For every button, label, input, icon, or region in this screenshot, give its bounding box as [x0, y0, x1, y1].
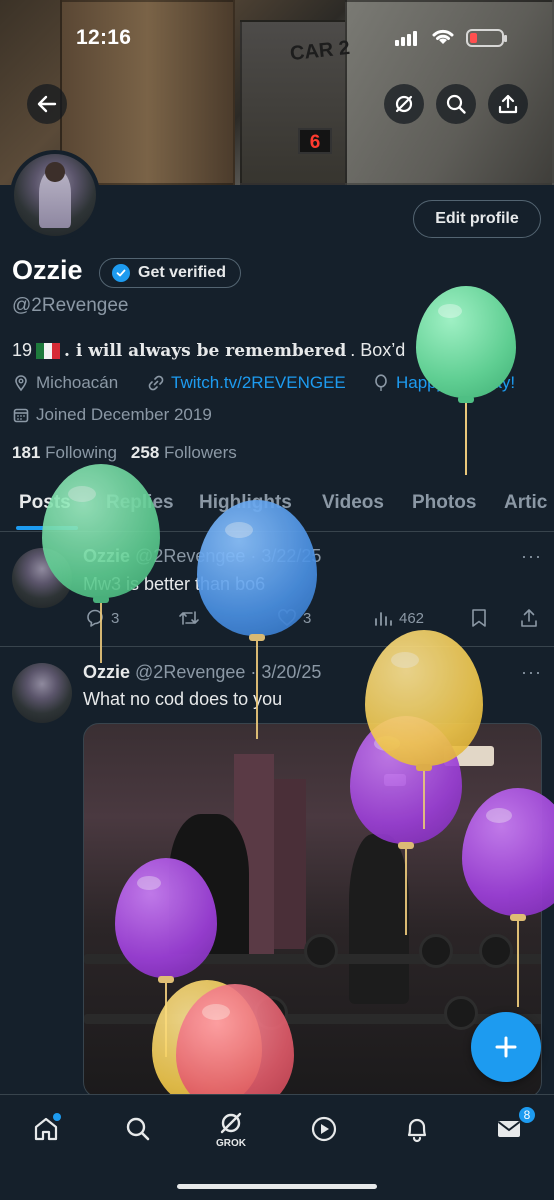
- location: Michoacán: [12, 373, 118, 393]
- following-label: Following: [45, 443, 117, 462]
- edit-profile-button[interactable]: Edit profile: [413, 200, 541, 238]
- birthday[interactable]: Happy birthday!: [372, 373, 515, 393]
- back-button[interactable]: [27, 84, 67, 124]
- plus-icon: [495, 1036, 517, 1058]
- wifi-icon: [430, 26, 456, 46]
- nav-home[interactable]: [26, 1109, 66, 1149]
- views-icon: [375, 612, 392, 626]
- link-icon: [148, 375, 164, 391]
- views-button[interactable]: 462: [373, 608, 424, 628]
- post-header: Ozzie @2Revengee · 3/22/25: [83, 546, 321, 567]
- nav-search[interactable]: [118, 1109, 158, 1149]
- nav-grok[interactable]: GROK: [211, 1109, 251, 1149]
- retweet-button[interactable]: [178, 608, 200, 628]
- follow-stats: 181 Following 258 Followers: [12, 443, 237, 463]
- bio-suffix: . Box’d: [350, 340, 406, 360]
- grok-button[interactable]: [384, 84, 424, 124]
- verified-badge-icon: [112, 264, 130, 282]
- reply-count: 3: [111, 609, 120, 627]
- bookmark-button[interactable]: [470, 608, 488, 628]
- tab-videos[interactable]: Videos: [322, 492, 384, 514]
- post-text: What no cod does to you: [83, 689, 283, 709]
- bell-icon: [407, 1118, 427, 1143]
- website-text[interactable]: Twitch.tv/2REVENGEE: [171, 373, 346, 393]
- grok-icon: [220, 1112, 242, 1134]
- followers-label: Followers: [164, 443, 237, 462]
- profile-bio: 19 . i will always be remembered. Box’d: [12, 340, 405, 361]
- more-options-button[interactable]: ···: [521, 662, 542, 683]
- tab-highlights[interactable]: Highlights: [199, 492, 292, 514]
- get-verified-label: Get verified: [138, 264, 227, 281]
- post-share-button[interactable]: [519, 608, 539, 628]
- following-link[interactable]: 181 Following: [12, 443, 117, 463]
- grok-label: GROK: [216, 1138, 246, 1149]
- following-count: 181: [12, 443, 41, 462]
- like-count: 3: [303, 609, 312, 627]
- post-author[interactable]: Ozzie: [83, 546, 130, 566]
- search-button[interactable]: [436, 84, 476, 124]
- search-icon: [446, 94, 466, 114]
- nav-messages[interactable]: 8: [489, 1105, 537, 1149]
- bookmark-icon: [472, 609, 486, 627]
- share-icon: [498, 94, 518, 114]
- profile-avatar[interactable]: [10, 150, 100, 240]
- signal-icon: [395, 30, 421, 46]
- bio-emphasis: . i will always be remembered: [64, 340, 347, 361]
- get-verified-button[interactable]: Get verified: [99, 258, 242, 288]
- post-avatar[interactable]: [12, 548, 72, 608]
- reply-icon: [87, 609, 103, 627]
- battery-icon: [466, 29, 507, 47]
- floor-display: 6: [298, 128, 332, 154]
- joined-date: Joined December 2019: [12, 405, 212, 425]
- post-meta: @2Revengee · 3/20/25: [135, 662, 322, 682]
- post-header: Ozzie @2Revengee · 3/20/25: [83, 662, 321, 683]
- display-name: Ozzie: [12, 255, 83, 285]
- profile-tabs: Posts Replies Highlights Videos Photos A…: [0, 486, 554, 532]
- nav-notifications[interactable]: [397, 1109, 437, 1149]
- status-time: 12:16: [76, 26, 132, 49]
- balloon-icon: [375, 374, 387, 391]
- grok-slash-icon: [395, 95, 413, 113]
- location-pin-icon: [15, 375, 27, 392]
- birthday-text[interactable]: Happy birthday!: [396, 373, 515, 393]
- followers-count: 258: [130, 443, 160, 462]
- notification-dot: [53, 1113, 61, 1121]
- joined-text: Joined December 2019: [36, 405, 212, 424]
- bio-prefix: 19: [12, 340, 33, 360]
- tab-articles[interactable]: Artic: [504, 492, 547, 514]
- reply-button[interactable]: 3: [85, 608, 119, 628]
- active-tab-indicator: [16, 526, 78, 530]
- view-count: 462: [399, 609, 425, 627]
- post-author[interactable]: Ozzie: [83, 662, 130, 682]
- share-button[interactable]: [488, 84, 528, 124]
- share-icon: [521, 609, 537, 627]
- search-icon: [126, 1117, 150, 1141]
- location-text: Michoacán: [36, 373, 119, 392]
- like-button[interactable]: 3: [277, 608, 311, 628]
- followers-link[interactable]: 258 Followers: [131, 443, 237, 463]
- more-options-button[interactable]: ···: [521, 546, 542, 567]
- nav-video[interactable]: [304, 1109, 344, 1149]
- play-icon: [311, 1116, 337, 1142]
- tab-replies[interactable]: Replies: [106, 492, 174, 514]
- like-icon: [278, 609, 296, 626]
- post-divider: [0, 646, 554, 647]
- post-meta: @2Revengee · 3/22/25: [135, 546, 322, 566]
- website-link[interactable]: Twitch.tv/2REVENGEE: [147, 373, 346, 393]
- tab-posts[interactable]: Posts: [19, 492, 71, 514]
- back-arrow-icon: [37, 95, 57, 113]
- compose-button[interactable]: [471, 1012, 541, 1082]
- post-avatar[interactable]: [12, 663, 72, 723]
- user-handle: @2Revengee: [12, 295, 129, 316]
- calendar-icon: [13, 408, 29, 423]
- messages-badge: 8: [517, 1105, 537, 1125]
- mexico-flag-icon: [36, 342, 61, 359]
- retweet-icon: [179, 611, 199, 625]
- tab-photos[interactable]: Photos: [412, 492, 476, 514]
- home-indicator: [177, 1184, 377, 1189]
- post-text: Mw3 is better than bo6: [83, 574, 266, 594]
